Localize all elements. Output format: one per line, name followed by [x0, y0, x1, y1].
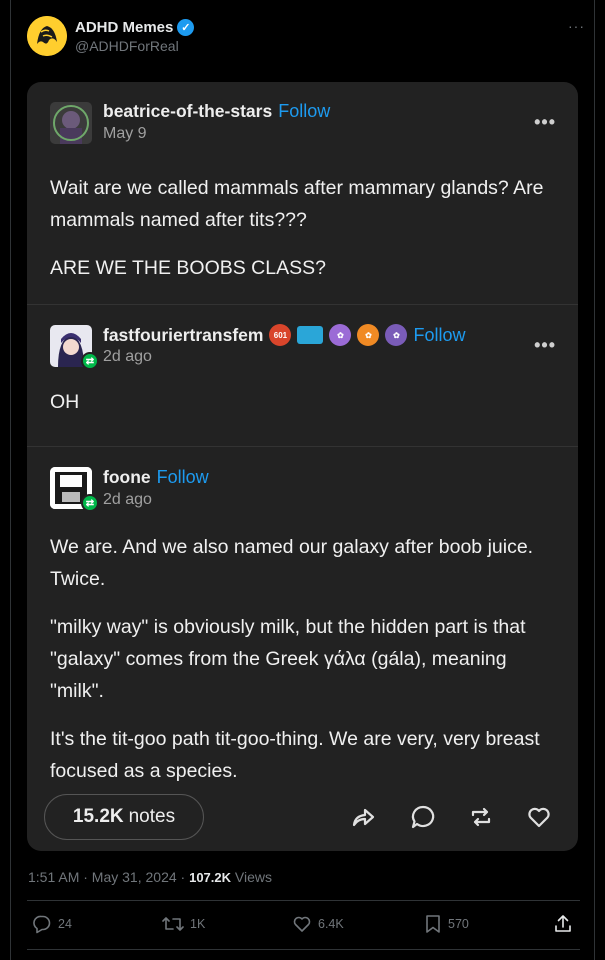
tumblr-post-2: ⇄ fastfouriertransfem 601 ✿ ✿ ✿ Follow 2…	[27, 304, 578, 446]
post-paragraph: We are. And we also named our galaxy aft…	[50, 536, 534, 590]
author-name-text: ADHD Memes	[75, 19, 174, 36]
follow-button[interactable]: Follow	[413, 325, 465, 346]
tumblr-post-3: ⇄ foone Follow 2d ago We are. And we als…	[27, 446, 578, 851]
author-name[interactable]: ADHD Memes ✓	[75, 19, 195, 36]
post-date: May 9	[103, 125, 147, 142]
follow-button[interactable]: Follow	[157, 467, 209, 488]
divider	[27, 949, 580, 950]
bookmark-stat[interactable]: 570	[424, 914, 469, 934]
avatar[interactable]	[50, 102, 92, 144]
post-paragraph: Wait are we called mammals after mammary…	[50, 177, 544, 231]
timestamp[interactable]: 1:51 AM · May 31, 2024 ·	[28, 869, 189, 885]
divider	[27, 900, 580, 901]
notes-button[interactable]: 15.2K notes	[44, 794, 204, 840]
like-count: 6.4K	[318, 917, 344, 931]
post-paragraph: OH	[50, 391, 80, 413]
post-paragraph: ARE WE THE BOOBS CLASS?	[50, 257, 326, 279]
reblog-icon: ⇄	[81, 352, 99, 370]
reply-icon[interactable]	[410, 804, 436, 830]
share-icon[interactable]	[350, 804, 376, 830]
badge-paw-orange-icon: ✿	[357, 324, 380, 346]
follow-button[interactable]: Follow	[278, 101, 330, 122]
like-stat[interactable]: 6.4K	[292, 914, 344, 934]
bookmark-icon	[426, 915, 440, 933]
tweet-more-icon[interactable]: ···	[568, 18, 585, 34]
like-heart-icon[interactable]	[526, 804, 552, 830]
heart-icon	[293, 916, 311, 932]
author-avatar[interactable]	[27, 16, 67, 56]
reply-stat[interactable]: 24	[32, 914, 72, 934]
reply-icon	[33, 915, 51, 934]
post-username[interactable]: foone Follow	[103, 467, 209, 488]
bookmark-count: 570	[448, 917, 469, 931]
share-upload-icon	[555, 915, 571, 932]
reply-count: 24	[58, 917, 72, 931]
author-handle[interactable]: @ADHDForReal	[75, 38, 179, 54]
tumblr-post-1: beatrice-of-the-stars Follow May 9 ••• W…	[27, 82, 578, 304]
share-stat[interactable]	[553, 914, 573, 934]
post-body: OH	[50, 386, 550, 434]
username-text: fastfouriertransfem	[103, 324, 264, 345]
username-text: beatrice-of-the-stars	[103, 101, 273, 121]
reblog-icon: ⇄	[81, 494, 99, 512]
post-body: Wait are we called mammals after mammary…	[50, 172, 550, 300]
notes-count: 15.2K	[72, 806, 124, 827]
post-paragraph: "milky way" is obviously milk, but the h…	[50, 616, 526, 702]
post-more-icon[interactable]: •••	[534, 112, 556, 133]
post-username[interactable]: beatrice-of-the-stars Follow	[103, 101, 330, 122]
post-body: We are. And we also named our galaxy aft…	[50, 531, 550, 803]
repost-stat[interactable]: 1K	[162, 914, 205, 934]
verified-badge-icon: ✓	[177, 19, 195, 36]
badge-flag-icon	[297, 326, 324, 344]
post-more-icon[interactable]: •••	[534, 335, 556, 356]
views-count: 107.2K	[189, 870, 232, 885]
reblog-action-icon[interactable]	[468, 804, 494, 830]
tumblr-post-card: beatrice-of-the-stars Follow May 9 ••• W…	[27, 82, 578, 851]
repost-icon	[162, 917, 184, 931]
notes-label: notes	[128, 806, 176, 827]
repost-count: 1K	[190, 917, 206, 931]
post-date: 2d ago	[103, 491, 152, 508]
username-text: foone	[103, 467, 151, 487]
tweet-meta: 1:51 AM · May 31, 2024 · 107.2K Views	[28, 869, 272, 885]
badge-601-icon: 601	[269, 324, 292, 346]
badge-paw-dark-icon: ✿	[385, 324, 408, 346]
tweet-header: ADHD Memes ✓ @ADHDForReal ···	[27, 16, 587, 60]
post-username[interactable]: fastfouriertransfem 601 ✿ ✿ ✿ Follow	[103, 324, 465, 346]
views-label: Views	[231, 869, 272, 885]
badge-paw-icon: ✿	[329, 324, 352, 346]
post-date: 2d ago	[103, 348, 152, 365]
post-paragraph: It's the tit-goo path tit-goo-thing. We …	[50, 728, 540, 782]
